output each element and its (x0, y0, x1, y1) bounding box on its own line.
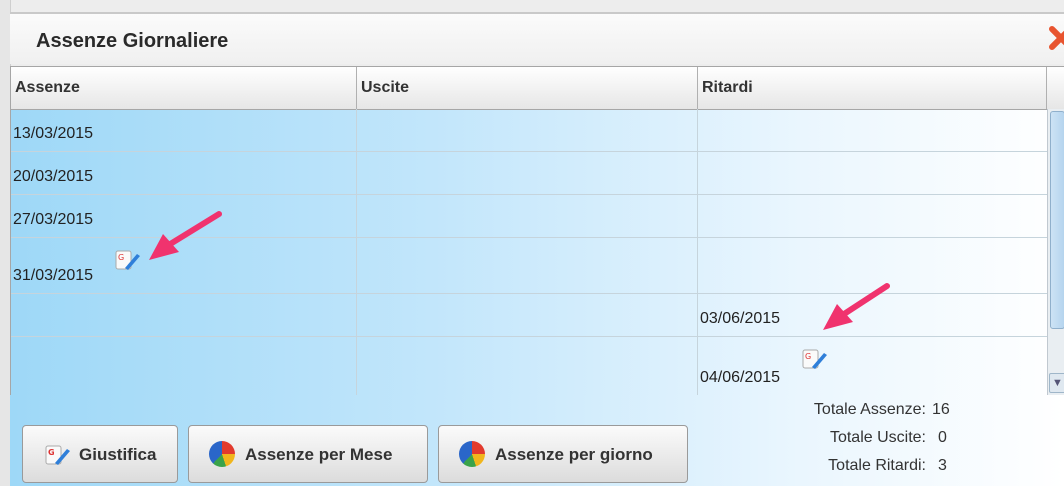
annotation-arrow-icon (149, 211, 222, 260)
svg-text:G: G (48, 448, 55, 457)
cell-uscite (357, 294, 698, 336)
totale-assenze-label: Totale Assenze: (813, 401, 926, 418)
close-icon[interactable] (1048, 24, 1064, 52)
cell-uscite (357, 238, 698, 293)
totale-assenze-value: 16 (932, 401, 950, 418)
table-header: Assenze Uscite Ritardi (11, 67, 1064, 110)
assenze-per-mese-label: Assenze per Mese (245, 445, 393, 464)
justify-edit-icon[interactable]: G (802, 347, 828, 371)
column-header-uscite[interactable]: Uscite (357, 67, 698, 109)
cell-uscite (357, 337, 698, 395)
cell-assenze (11, 337, 357, 395)
table-row[interactable]: 04/06/2015 G (11, 337, 1047, 395)
justify-edit-icon: G (45, 445, 70, 465)
totale-ritardi-value: 3 (938, 457, 947, 474)
table-row[interactable]: 13/03/2015 (11, 109, 1047, 152)
annotation-arrow-icon (823, 283, 890, 330)
bottom-panel: G Giustifica Assenze per Mese Assenze pe… (10, 395, 1064, 486)
cell-uscite (357, 195, 698, 237)
scroll-down-icon[interactable]: ▼ (1049, 373, 1064, 393)
scrollbar-thumb[interactable] (1050, 111, 1064, 329)
column-header-assenze[interactable]: Assenze (11, 67, 357, 109)
cell-ritardi (698, 195, 1047, 237)
vertical-scrollbar[interactable]: ▼ (1047, 109, 1064, 395)
pie-chart-icon (459, 441, 485, 467)
cell-assenze: 20/03/2015 (11, 152, 357, 194)
cell-ritardi (698, 152, 1047, 194)
giustifica-button[interactable]: G Giustifica (22, 425, 178, 483)
cell-assenze: 13/03/2015 (11, 109, 357, 151)
totale-uscite-label: Totale Uscite: (829, 429, 926, 446)
absences-window: Assenze Giornaliere Assenze Uscite Ritar… (0, 0, 1064, 486)
column-header-ritardi[interactable]: Ritardi (698, 67, 1047, 109)
cell-ritardi (698, 109, 1047, 151)
totale-ritardi-label: Totale Ritardi: (828, 457, 926, 474)
giustifica-label: Giustifica (79, 445, 157, 464)
cell-uscite (357, 109, 698, 151)
cell-assenze (11, 294, 357, 336)
totale-uscite-value: 0 (938, 429, 947, 446)
assenze-per-giorno-label: Assenze per giorno (495, 445, 653, 464)
cell-ritardi: 04/06/2015 G (698, 337, 1047, 395)
title-bar: Assenze Giornaliere (10, 12, 1064, 64)
cell-uscite (357, 152, 698, 194)
window-title: Assenze Giornaliere (36, 30, 229, 52)
svg-text:G: G (805, 352, 811, 361)
pie-chart-icon (209, 441, 235, 467)
assenze-per-giorno-button[interactable]: Assenze per giorno (438, 425, 688, 483)
table-row[interactable]: 20/03/2015 (11, 152, 1047, 195)
assenze-per-mese-button[interactable]: Assenze per Mese (188, 425, 428, 483)
svg-text:G: G (118, 253, 124, 262)
